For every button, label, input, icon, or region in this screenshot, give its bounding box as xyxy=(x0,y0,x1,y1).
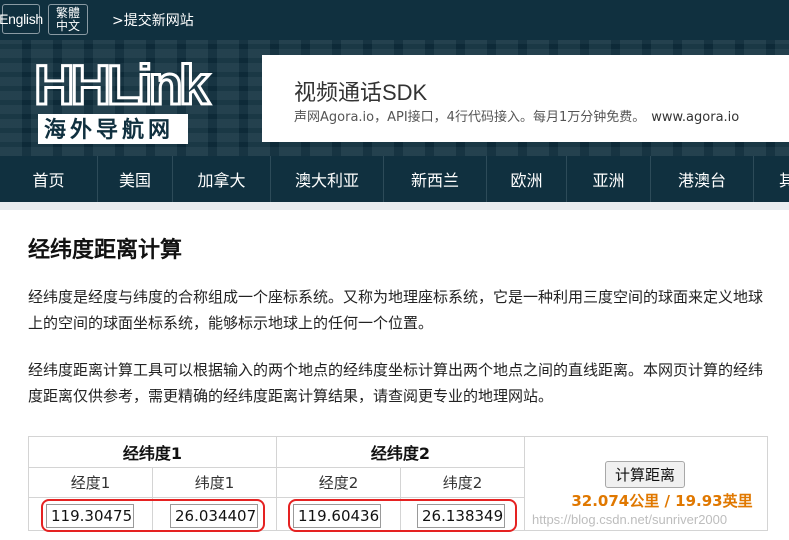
ad-url: www.agora.io xyxy=(651,110,740,125)
lat1-label: 纬度1 xyxy=(153,468,277,498)
point2-highlight-box xyxy=(288,499,517,532)
nav-item-australia[interactable]: 澳大利亚 xyxy=(271,156,384,202)
ad-title: 视频通话SDK xyxy=(294,80,428,105)
nav-item-usa[interactable]: 美国 xyxy=(98,156,173,202)
lng2-label: 经度2 xyxy=(277,468,401,498)
lang-traditional-chinese-button[interactable]: 繁體 中文 xyxy=(48,4,88,35)
lang-traditional-label-line2: 中文 xyxy=(55,18,80,33)
logo-brand-text: HHLink xyxy=(34,53,211,116)
site-header: HHLink 海外导航网 视频通话SDK 声网Agora.io，API接口，4行… xyxy=(0,40,789,156)
point1-highlight-box xyxy=(41,499,265,532)
lang-traditional-label-line1: 繁體 xyxy=(55,5,80,20)
sdk-ad-banner[interactable]: 视频通话SDK 声网Agora.io，API接口，4行代码接入。每月1万分钟免费… xyxy=(262,55,789,142)
nav-item-home[interactable]: 首页 xyxy=(0,156,98,202)
logo-tagline-text: 海外导航网 xyxy=(44,117,174,143)
calculate-distance-button[interactable]: 计算距离 xyxy=(605,461,685,488)
submit-site-link[interactable]: >提交新网站 xyxy=(112,10,194,30)
nav-item-europe[interactable]: 欧洲 xyxy=(487,156,567,202)
lat2-label: 纬度2 xyxy=(401,468,525,498)
ad-description: 声网Agora.io，API接口，4行代码接入。每月1万分钟免费。 www.ago… xyxy=(294,106,739,125)
nav-item-canada[interactable]: 加拿大 xyxy=(173,156,271,202)
page-title: 经纬度距离计算 xyxy=(28,238,183,263)
point1-header: 经纬度1 xyxy=(29,437,277,468)
lng1-label: 经度1 xyxy=(29,468,153,498)
hhlink-logo-icon: HHLink 海外导航网 xyxy=(33,52,216,144)
nav-item-hk-macau-taiwan[interactable]: 港澳台 xyxy=(651,156,754,202)
nav-item-other[interactable]: 其 xyxy=(754,156,789,202)
tool-description-paragraph: 经纬度距离计算工具可以根据输入的两个地点的经纬度坐标计算出两个地点之间的直线距离… xyxy=(28,361,764,405)
nav-item-asia[interactable]: 亚洲 xyxy=(567,156,651,202)
csdn-watermark: https://blog.csdn.net/sunriver2000 xyxy=(532,512,728,527)
site-logo[interactable]: HHLink 海外导航网 xyxy=(32,50,222,150)
nav-item-new-zealand[interactable]: 新西兰 xyxy=(384,156,487,202)
distance-result: 32.074公里 / 19.93英里 xyxy=(571,492,753,510)
lang-english-label: English xyxy=(0,11,43,27)
point2-header: 经纬度2 xyxy=(277,437,525,468)
intro-paragraph: 经纬度是经度与纬度的合称组成一个座标系统。又称为地理座标系统，它是一种利用三度空… xyxy=(28,288,764,332)
lang-english-button[interactable]: English xyxy=(0,4,43,34)
top-bar: English 繁體 中文 >提交新网站 xyxy=(0,0,789,40)
nav-separator xyxy=(0,202,789,210)
main-nav: 首页 美国 加拿大 澳大利亚 新西兰 欧洲 亚洲 港澳台 其 xyxy=(0,156,789,202)
ad-description-text: 声网Agora.io，API接口，4行代码接入。每月1万分钟免费。 xyxy=(294,110,646,125)
